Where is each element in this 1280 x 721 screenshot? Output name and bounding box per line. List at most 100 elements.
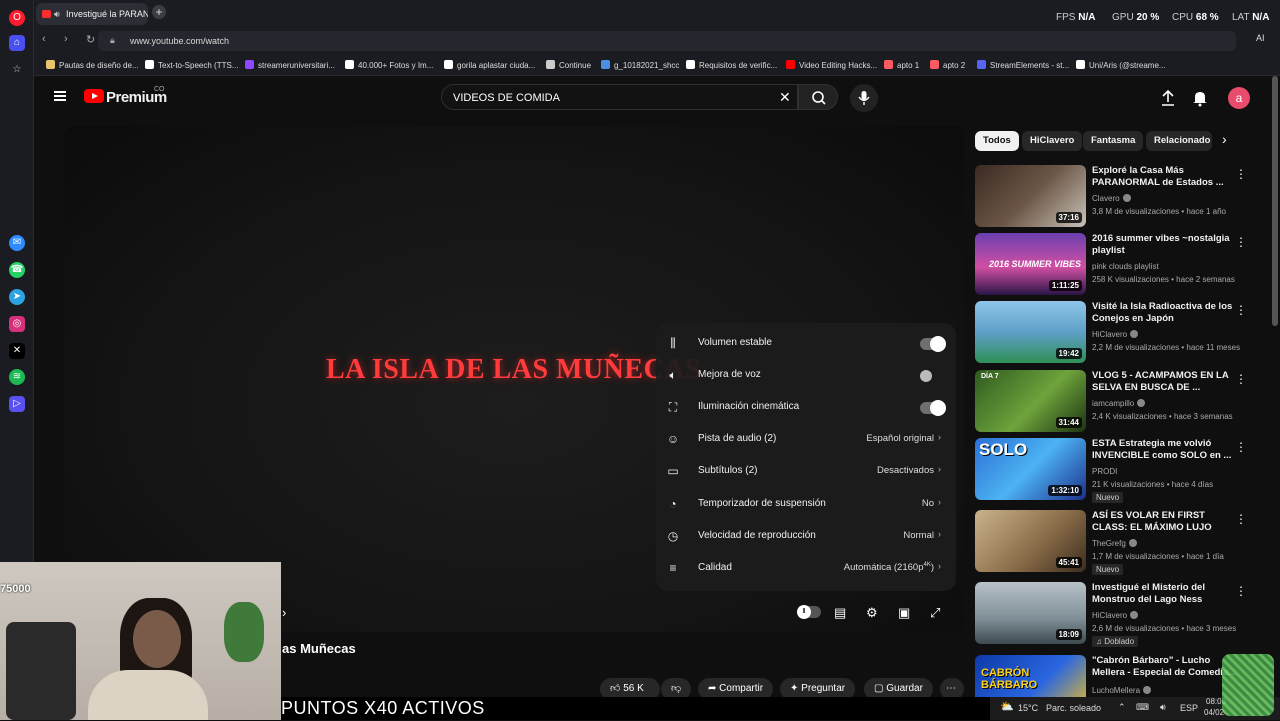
chip-relacionado[interactable]: Relacionado xyxy=(1146,131,1212,151)
tab-active[interactable]: 🔊︎ Investigué la PARANO xyxy=(36,3,148,25)
list-item[interactable]: 18:09 Investigué el Misterio del Monstru… xyxy=(975,582,1275,648)
reload-icon[interactable]: ↻ xyxy=(86,33,95,46)
network-icon[interactable]: ⌨ xyxy=(1136,702,1149,713)
more-options-icon[interactable]: ⋮ xyxy=(1235,303,1247,317)
back-icon[interactable]: ‹ xyxy=(42,33,46,45)
more-options-icon[interactable]: ⋮ xyxy=(1235,440,1247,454)
list-item[interactable]: 19:42 Visité la Isla Radioactiva de los … xyxy=(975,301,1275,367)
stable-volume-toggle[interactable] xyxy=(920,336,946,352)
telegram-icon[interactable]: ➤ xyxy=(9,289,25,305)
bookmark-item[interactable]: apto 2 xyxy=(930,60,965,70)
whatsapp-icon[interactable]: ☎ xyxy=(9,262,25,278)
setting-quality[interactable]: ≡ Calidad Automática (2160p4K) › xyxy=(656,552,956,584)
chip-todos[interactable]: Todos xyxy=(975,131,1019,151)
setting-playback-speed[interactable]: ◷ Velocidad de reproducción Normal › xyxy=(656,520,956,552)
setting-ambient-mode[interactable]: ⛶ Iluminación cinemática xyxy=(656,391,956,423)
chip-fantasma[interactable]: Fantasma xyxy=(1083,131,1144,151)
page-scrollbar[interactable] xyxy=(1272,76,1278,326)
bookmark-icon xyxy=(977,60,986,69)
spotify-icon[interactable]: ≋ xyxy=(9,369,25,385)
setting-subtitles[interactable]: ▭ Subtítulos (2) Desactivados › xyxy=(656,455,956,487)
bookmark-item[interactable]: g_10182021_shcc xyxy=(601,60,679,70)
setting-label: Calidad xyxy=(698,562,732,573)
new-tab-button[interactable]: + xyxy=(152,5,166,19)
bookmark-item[interactable]: 40.000+ Fotos y Im... xyxy=(345,60,433,70)
forward-icon[interactable]: › xyxy=(64,33,68,45)
list-item[interactable]: 37:16 Exploré la Casa Más PARANORMAL de … xyxy=(975,165,1275,231)
setting-voice-boost[interactable]: 🔈︎ Mejora de voz xyxy=(656,359,956,391)
chips-next-icon[interactable]: › xyxy=(1222,131,1227,147)
voice-boost-toggle[interactable] xyxy=(920,370,944,382)
bookmark-item[interactable]: Text-to-Speech (TTS... xyxy=(145,60,238,70)
instagram-icon[interactable]: ◎ xyxy=(9,316,25,332)
cpu-stat: CPU 68 % xyxy=(1172,12,1219,23)
more-options-icon[interactable]: ⋮ xyxy=(1235,512,1247,526)
search-button[interactable] xyxy=(798,84,838,110)
more-options-icon[interactable]: ⋮ xyxy=(1235,167,1247,181)
lock-icon: 🔒︎ xyxy=(110,35,115,45)
video-thumbnail[interactable]: SOLO 1:32:10 xyxy=(975,438,1086,500)
opera-logo-icon[interactable]: O xyxy=(9,10,25,26)
rec-channel: Clavero xyxy=(1092,194,1131,203)
clear-search-icon[interactable]: ✕ xyxy=(779,89,791,106)
chip-hiclavero[interactable]: HiClavero xyxy=(1022,131,1083,151)
home-icon[interactable]: ⌂ xyxy=(9,35,25,51)
fullscreen-icon[interactable]: ⤢ xyxy=(930,605,940,621)
video-thumbnail[interactable]: 18:09 xyxy=(975,582,1086,644)
more-options-icon[interactable]: ⋮ xyxy=(1235,584,1247,598)
microphone-icon xyxy=(858,91,870,105)
language-indicator[interactable]: ESP xyxy=(1180,703,1198,713)
video-thumbnail[interactable]: 2016 SUMMER VIBES 1:11:25 xyxy=(975,233,1086,295)
avatar[interactable]: a xyxy=(1228,87,1250,109)
bookmark-item[interactable]: Requisitos de verific... xyxy=(686,60,777,70)
more-options-icon[interactable]: ⋮ xyxy=(1235,372,1247,386)
video-thumbnail[interactable]: 19:42 xyxy=(975,301,1086,363)
setting-label: Volumen estable xyxy=(698,337,772,348)
ai-button[interactable]: AI xyxy=(1256,33,1265,43)
url-field[interactable]: 🔒︎ www.youtube.com/watch xyxy=(98,31,1236,51)
upload-icon[interactable] xyxy=(1160,89,1176,107)
menu-icon[interactable] xyxy=(54,91,66,101)
bookmark-item[interactable]: streameruniversitari... xyxy=(245,60,335,70)
youtube-logo-icon[interactable] xyxy=(84,89,104,103)
ambient-mode-toggle[interactable] xyxy=(920,400,946,416)
bookmark-item[interactable]: Uni/Aris (@streame... xyxy=(1076,60,1166,70)
messenger-icon[interactable]: ✉ xyxy=(9,235,25,251)
volume-icon[interactable]: 🔊︎ xyxy=(1160,702,1166,713)
bookmark-icon xyxy=(1076,60,1085,69)
player-icon[interactable]: ▷ xyxy=(9,396,25,412)
bookmark-item[interactable]: gorila aplastar ciuda... xyxy=(444,60,535,70)
speaker-icon[interactable]: 🔊︎ xyxy=(54,3,60,25)
video-thumbnail[interactable]: 37:16 xyxy=(975,165,1086,227)
voice-search-button[interactable] xyxy=(850,84,878,112)
rec-meta: 2,2 M de visualizaciones • hace 11 meses xyxy=(1092,343,1241,352)
video-thumbnail[interactable]: 45:41 xyxy=(975,510,1086,572)
list-item[interactable]: 45:41 ASÍ ES VOLAR EN FIRST CLASS: EL MÁ… xyxy=(975,510,1275,576)
weather-icon[interactable]: ⛅ xyxy=(1000,700,1014,713)
bookmark-item[interactable]: StreamElements - st... xyxy=(977,60,1069,70)
video-thumbnail[interactable]: DÍA 7 31:44 xyxy=(975,370,1086,432)
bookmark-item[interactable]: apto 1 xyxy=(884,60,919,70)
more-options-icon[interactable]: ⋮ xyxy=(1235,235,1247,249)
tray-chevron-icon[interactable]: ⌃ xyxy=(1118,702,1126,713)
bookmark-item[interactable]: Continue xyxy=(546,60,591,70)
list-item[interactable]: SOLO 1:32:10 ESTA Estrategia me volvió I… xyxy=(975,438,1275,504)
subtitles-button-icon[interactable]: ▤ xyxy=(834,605,846,621)
bookmark-item[interactable]: Video Editing Hacks... xyxy=(786,60,877,70)
verified-icon xyxy=(1137,399,1146,407)
next-chevron-icon[interactable]: › xyxy=(282,605,286,620)
bookmark-item[interactable]: Pautas de diseño de... xyxy=(46,60,139,70)
notifications-icon[interactable] xyxy=(1192,89,1208,107)
list-item[interactable]: DÍA 7 31:44 VLOG 5 - ACAMPAMOS EN LA SEL… xyxy=(975,370,1275,436)
settings-gear-icon[interactable]: ⚙ xyxy=(866,605,878,621)
list-item[interactable]: 2016 SUMMER VIBES 1:11:25 2016 summer vi… xyxy=(975,233,1275,299)
star-icon[interactable]: ☆ xyxy=(9,62,25,78)
setting-sleep-timer[interactable]: ◔ Temporizador de suspensión No › xyxy=(656,488,956,520)
x-icon[interactable]: ✕ xyxy=(9,343,25,359)
theater-mode-icon[interactable]: ▣ xyxy=(898,605,910,621)
autoplay-toggle[interactable]: Ⅱ xyxy=(797,605,821,619)
setting-stable-volume[interactable]: ⫼ Volumen estable xyxy=(656,327,956,359)
setting-audio-track[interactable]: ☺ Pista de audio (2) Español original › xyxy=(656,423,956,455)
search-input[interactable]: VIDEOS DE COMIDA ✕ xyxy=(441,84,798,110)
setting-label: Pista de audio (2) xyxy=(698,433,777,444)
